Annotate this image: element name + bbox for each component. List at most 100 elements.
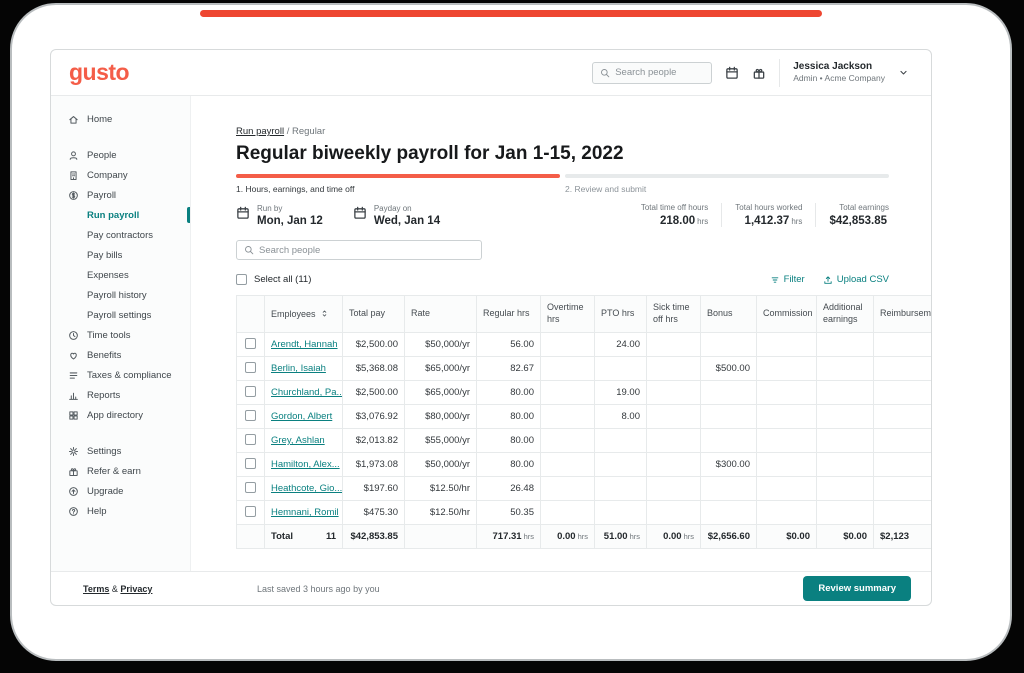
sidebar-item-app-directory[interactable]: App directory (51, 405, 190, 425)
employee-link[interactable]: Gordon, Albert (271, 411, 332, 422)
table-cell (816, 500, 874, 525)
sidebar-item-payroll-history[interactable]: Payroll history (51, 285, 190, 305)
payroll-icon (68, 190, 79, 201)
chevron-down-icon[interactable] (898, 67, 909, 78)
payday-value: Wed, Jan 14 (373, 214, 441, 227)
row-checkbox[interactable] (245, 361, 256, 373)
sidebar-item-taxes-compliance[interactable]: Taxes & compliance (51, 365, 190, 385)
column-header-overtime-hrs: Overtime hrs (540, 295, 595, 333)
employee-link[interactable]: Heathcote, Gio... (271, 483, 342, 494)
table-cell: 80.00 (476, 428, 541, 453)
sidebar-item-payroll[interactable]: Payroll (51, 185, 190, 205)
row-checkbox[interactable] (245, 337, 256, 349)
column-header-total-pay: Total pay (342, 295, 405, 333)
sidebar-item-benefits[interactable]: Benefits (51, 345, 190, 365)
table-row: Hemnani, Romil $475.30 $12.50/hr 50.35 (236, 500, 931, 525)
row-checkbox-cell (236, 500, 265, 525)
sidebar-item-expenses[interactable]: Expenses (51, 265, 190, 285)
header-search[interactable] (592, 61, 713, 84)
employee-link[interactable]: Grey, Ashlan (271, 435, 325, 446)
sidebar-item-label: App directory (87, 409, 143, 421)
column-header-employees[interactable]: Employees (264, 295, 343, 333)
table-cell (594, 356, 647, 381)
sidebar-item-time-tools[interactable]: Time tools (51, 325, 190, 345)
row-checkbox[interactable] (245, 433, 256, 445)
select-all-checkbox[interactable] (236, 274, 247, 285)
stat-total-earnings: Total earnings $42,853.85 (815, 203, 889, 227)
total-empty-cell (236, 524, 265, 549)
row-checkbox-cell (236, 404, 265, 429)
sidebar-item-run-payroll[interactable]: Run payroll (51, 205, 190, 225)
table-cell (540, 428, 595, 453)
employee-link[interactable]: Berlin, Isaiah (271, 363, 326, 374)
sidebar-item-help[interactable]: Help (51, 501, 190, 521)
upload-csv-button[interactable]: Upload CSV (823, 274, 889, 285)
table-cell (540, 332, 595, 357)
table-cell: $5,368.08 (342, 356, 405, 381)
sidebar-item-label: Payroll settings (87, 309, 152, 321)
gift-icon[interactable] (752, 66, 766, 80)
sidebar-item-label: Refer & earn (87, 465, 141, 477)
row-checkbox[interactable] (245, 409, 256, 421)
sidebar-item-reports[interactable]: Reports (51, 385, 190, 405)
home-icon (68, 114, 79, 125)
sidebar-item-settings[interactable]: Settings (51, 441, 190, 461)
people-search-input[interactable] (259, 244, 474, 256)
employee-link[interactable]: Churchland, Pa... (271, 387, 342, 398)
table-cell (594, 452, 647, 477)
sidebar-item-people[interactable]: People (51, 145, 190, 165)
sort-icon[interactable] (320, 308, 329, 319)
header-right: Jessica Jackson Admin • Acme Company (592, 58, 909, 87)
header-divider (779, 58, 781, 87)
sidebar-item-upgrade[interactable]: Upgrade (51, 481, 190, 501)
breadcrumb-link[interactable]: Run payroll (236, 126, 284, 137)
sidebar-item-company[interactable]: Company (51, 165, 190, 185)
row-checkbox[interactable] (245, 505, 256, 517)
user-menu[interactable]: Jessica Jackson Admin • Acme Company (793, 60, 885, 84)
table-cell: 80.00 (476, 404, 541, 429)
employee-link[interactable]: Arendt, Hannah (271, 339, 338, 350)
row-checkbox[interactable] (245, 457, 256, 469)
header-search-input[interactable] (615, 67, 705, 78)
table-cell: $12.50/hr (404, 476, 477, 501)
row-checkbox-cell (236, 452, 265, 477)
table-cell (646, 356, 701, 381)
table-cell (816, 356, 874, 381)
employee-cell: Gordon, Albert (264, 404, 343, 429)
row-checkbox[interactable] (245, 481, 256, 493)
sidebar-item-refer-earn[interactable]: Refer & earn (51, 461, 190, 481)
table-cell (816, 476, 874, 501)
people-search[interactable] (236, 240, 482, 260)
sidebar-item-pay-bills[interactable]: Pay bills (51, 245, 190, 265)
table-cell: $65,000/yr (404, 380, 477, 405)
sidebar-item-pay-contractors[interactable]: Pay contractors (51, 225, 190, 245)
page-title: Regular biweekly payroll for Jan 1-15, 2… (236, 143, 624, 164)
table-cell (700, 380, 757, 405)
app-header: gusto Jessica Jackson Admin • Acme Compa… (51, 50, 931, 96)
calendar-icon[interactable] (725, 66, 739, 80)
privacy-link[interactable]: Privacy (120, 584, 152, 594)
table-cell (700, 332, 757, 357)
total-cell: 0.00 hrs (646, 524, 701, 549)
breadcrumb-separator: / (284, 126, 292, 137)
sidebar-item-home[interactable]: Home (51, 109, 190, 129)
table-cell (700, 476, 757, 501)
progress-steps: 1. Hours, earnings, and time off 2. Revi… (236, 174, 889, 194)
filter-button[interactable]: Filter (770, 274, 805, 285)
payday-date: Payday on Wed, Jan 14 (353, 204, 440, 227)
employee-link[interactable]: Hemnani, Romil (271, 507, 339, 518)
column-header-sick-time-off-hrs: Sick time off hrs (646, 295, 701, 333)
total-cell: $2,656.60 (700, 524, 757, 549)
employee-link[interactable]: Hamilton, Alex... (271, 459, 340, 470)
review-summary-button[interactable]: Review summary (803, 576, 911, 601)
table-cell (756, 404, 817, 429)
table-cell (816, 428, 874, 453)
main-content: Run payroll / Regular Regular biweekly p… (191, 96, 931, 571)
stat-label: Total earnings (839, 203, 889, 212)
terms-link[interactable]: Terms (83, 584, 109, 594)
sidebar-item-payroll-settings[interactable]: Payroll settings (51, 305, 190, 325)
table-cell: $2,500.00 (342, 380, 405, 405)
table-cell (756, 428, 817, 453)
row-checkbox[interactable] (245, 385, 256, 397)
table-header-row: Employees Total pay Rate Regular hrs Overtim… (236, 295, 931, 333)
